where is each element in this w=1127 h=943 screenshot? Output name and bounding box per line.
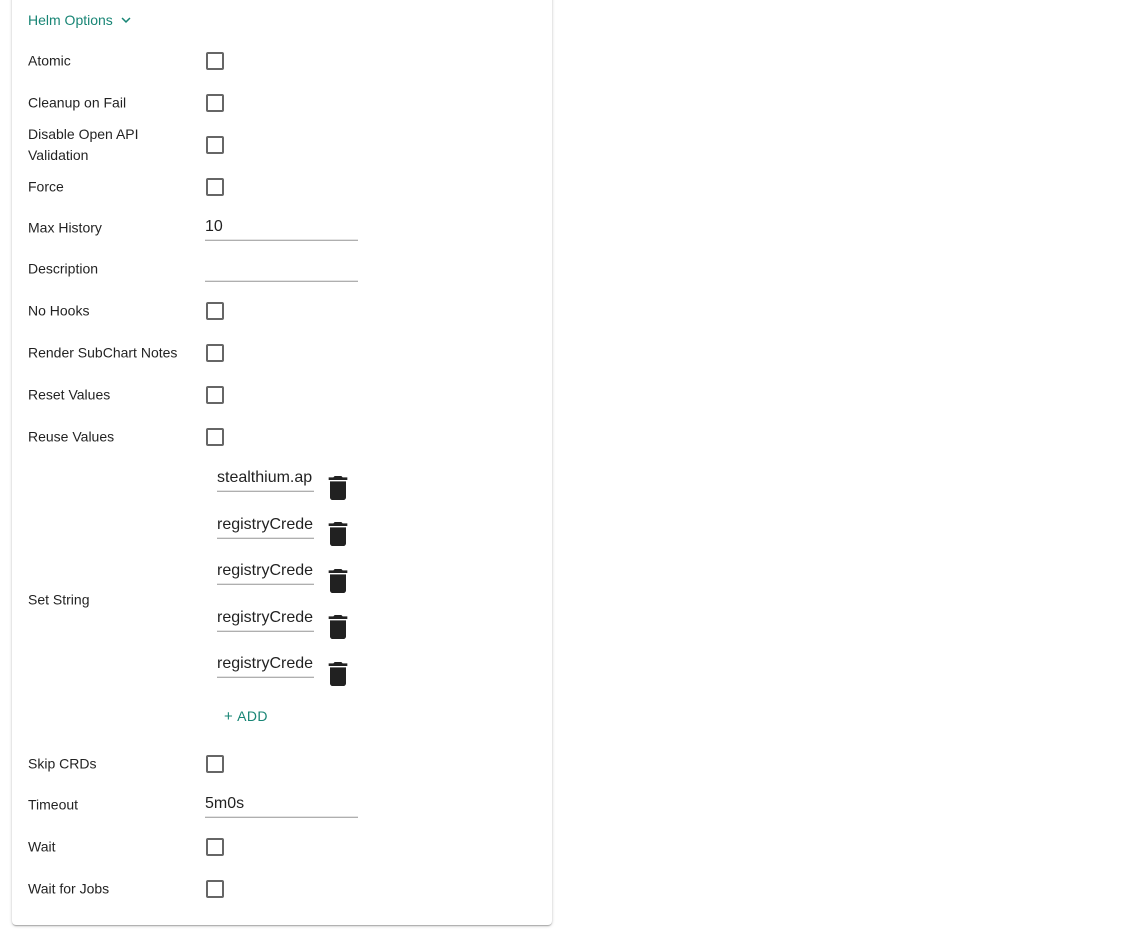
render-subchart-notes-checkbox[interactable] bbox=[206, 344, 224, 362]
trash-icon[interactable] bbox=[328, 569, 348, 593]
reset-values-label: Reset Values bbox=[28, 386, 111, 403]
set-string-input-5[interactable] bbox=[217, 650, 314, 677]
set-string-field bbox=[217, 650, 314, 678]
timeout-field bbox=[205, 790, 358, 818]
trash-icon[interactable] bbox=[328, 615, 348, 639]
max-history-input[interactable] bbox=[205, 213, 358, 240]
helm-options-title: Helm Options bbox=[28, 12, 113, 28]
set-string-field bbox=[217, 464, 314, 492]
reuse-values-checkbox[interactable] bbox=[206, 428, 224, 446]
description-field bbox=[205, 254, 358, 282]
render-subchart-notes-label: Render SubChart Notes bbox=[28, 344, 178, 361]
wait-for-jobs-label: Wait for Jobs bbox=[28, 880, 110, 897]
disable-openapi-label: Disable Open API Validation bbox=[28, 126, 139, 163]
timeout-input[interactable] bbox=[205, 790, 358, 817]
force-label: Force bbox=[28, 178, 64, 195]
max-history-field bbox=[205, 213, 358, 241]
description-input[interactable] bbox=[205, 254, 358, 281]
add-label: ADD bbox=[237, 708, 268, 724]
force-checkbox[interactable] bbox=[206, 178, 224, 196]
set-string-input-3[interactable] bbox=[217, 557, 314, 584]
reuse-values-label: Reuse Values bbox=[28, 428, 115, 445]
chevron-down-icon bbox=[121, 17, 131, 23]
atomic-checkbox[interactable] bbox=[206, 52, 224, 70]
skip-crds-checkbox[interactable] bbox=[206, 755, 224, 773]
plus-icon: + bbox=[224, 707, 234, 725]
trash-icon[interactable] bbox=[328, 476, 348, 500]
disable-openapi-checkbox[interactable] bbox=[206, 136, 224, 154]
set-string-input-4[interactable] bbox=[217, 604, 314, 631]
trash-icon[interactable] bbox=[328, 522, 348, 546]
cleanup-on-fail-checkbox[interactable] bbox=[206, 94, 224, 112]
trash-icon[interactable] bbox=[328, 662, 348, 686]
description-label: Description bbox=[28, 260, 99, 277]
set-string-input-2[interactable] bbox=[217, 511, 314, 538]
skip-crds-label: Skip CRDs bbox=[28, 755, 97, 772]
set-string-field bbox=[217, 511, 314, 539]
wait-checkbox[interactable] bbox=[206, 838, 224, 856]
wait-label: Wait bbox=[28, 838, 56, 855]
set-string-label: Set String bbox=[28, 591, 90, 608]
no-hooks-checkbox[interactable] bbox=[206, 302, 224, 320]
max-history-label: Max History bbox=[28, 219, 102, 236]
cleanup-on-fail-label: Cleanup on Fail bbox=[28, 94, 127, 111]
set-string-field bbox=[217, 557, 314, 585]
wait-for-jobs-checkbox[interactable] bbox=[206, 880, 224, 898]
set-string-field bbox=[217, 604, 314, 632]
no-hooks-label: No Hooks bbox=[28, 302, 90, 319]
timeout-label: Timeout bbox=[28, 796, 79, 813]
reset-values-checkbox[interactable] bbox=[206, 386, 224, 404]
set-string-input-1[interactable] bbox=[217, 464, 314, 491]
helm-options-toggle[interactable]: Helm Options bbox=[28, 11, 135, 29]
atomic-label: Atomic bbox=[28, 52, 71, 69]
add-set-string-button[interactable]: + ADD bbox=[224, 706, 268, 726]
